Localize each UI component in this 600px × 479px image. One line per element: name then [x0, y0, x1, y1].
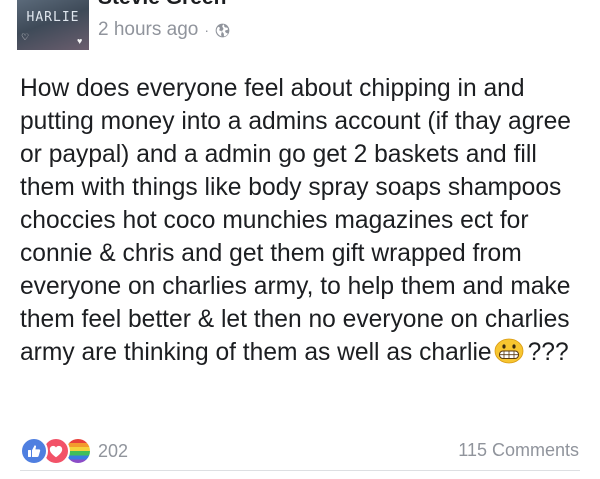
facebook-post: Stevie Green HARLIE ♡ ♥ 2 hours ago · Ho… [0, 0, 600, 479]
divider [20, 470, 580, 471]
heart-icon: ♥ [77, 36, 83, 46]
globe-icon[interactable] [215, 23, 230, 38]
reactions-summary[interactable]: 202 [20, 437, 128, 465]
reaction-count: 202 [98, 440, 129, 461]
like-icon [20, 437, 48, 465]
heart-icon: ♡ [21, 32, 30, 42]
grinning-face-icon [494, 338, 523, 364]
post-body: How does everyone feel about chipping in… [20, 72, 586, 369]
author-name[interactable]: Stevie Green [98, 0, 226, 10]
timestamp[interactable]: 2 hours ago [98, 19, 198, 41]
avatar[interactable]: HARLIE ♡ ♥ [17, 0, 89, 50]
meta-separator: · [204, 22, 210, 38]
post-text-tail: ??? [527, 339, 569, 366]
post-text: How does everyone feel about chipping in… [20, 75, 571, 366]
avatar-text: HARLIE [26, 10, 80, 25]
post-meta: 2 hours ago · [98, 18, 230, 42]
comments-link[interactable]: 115 Comments [458, 440, 579, 461]
